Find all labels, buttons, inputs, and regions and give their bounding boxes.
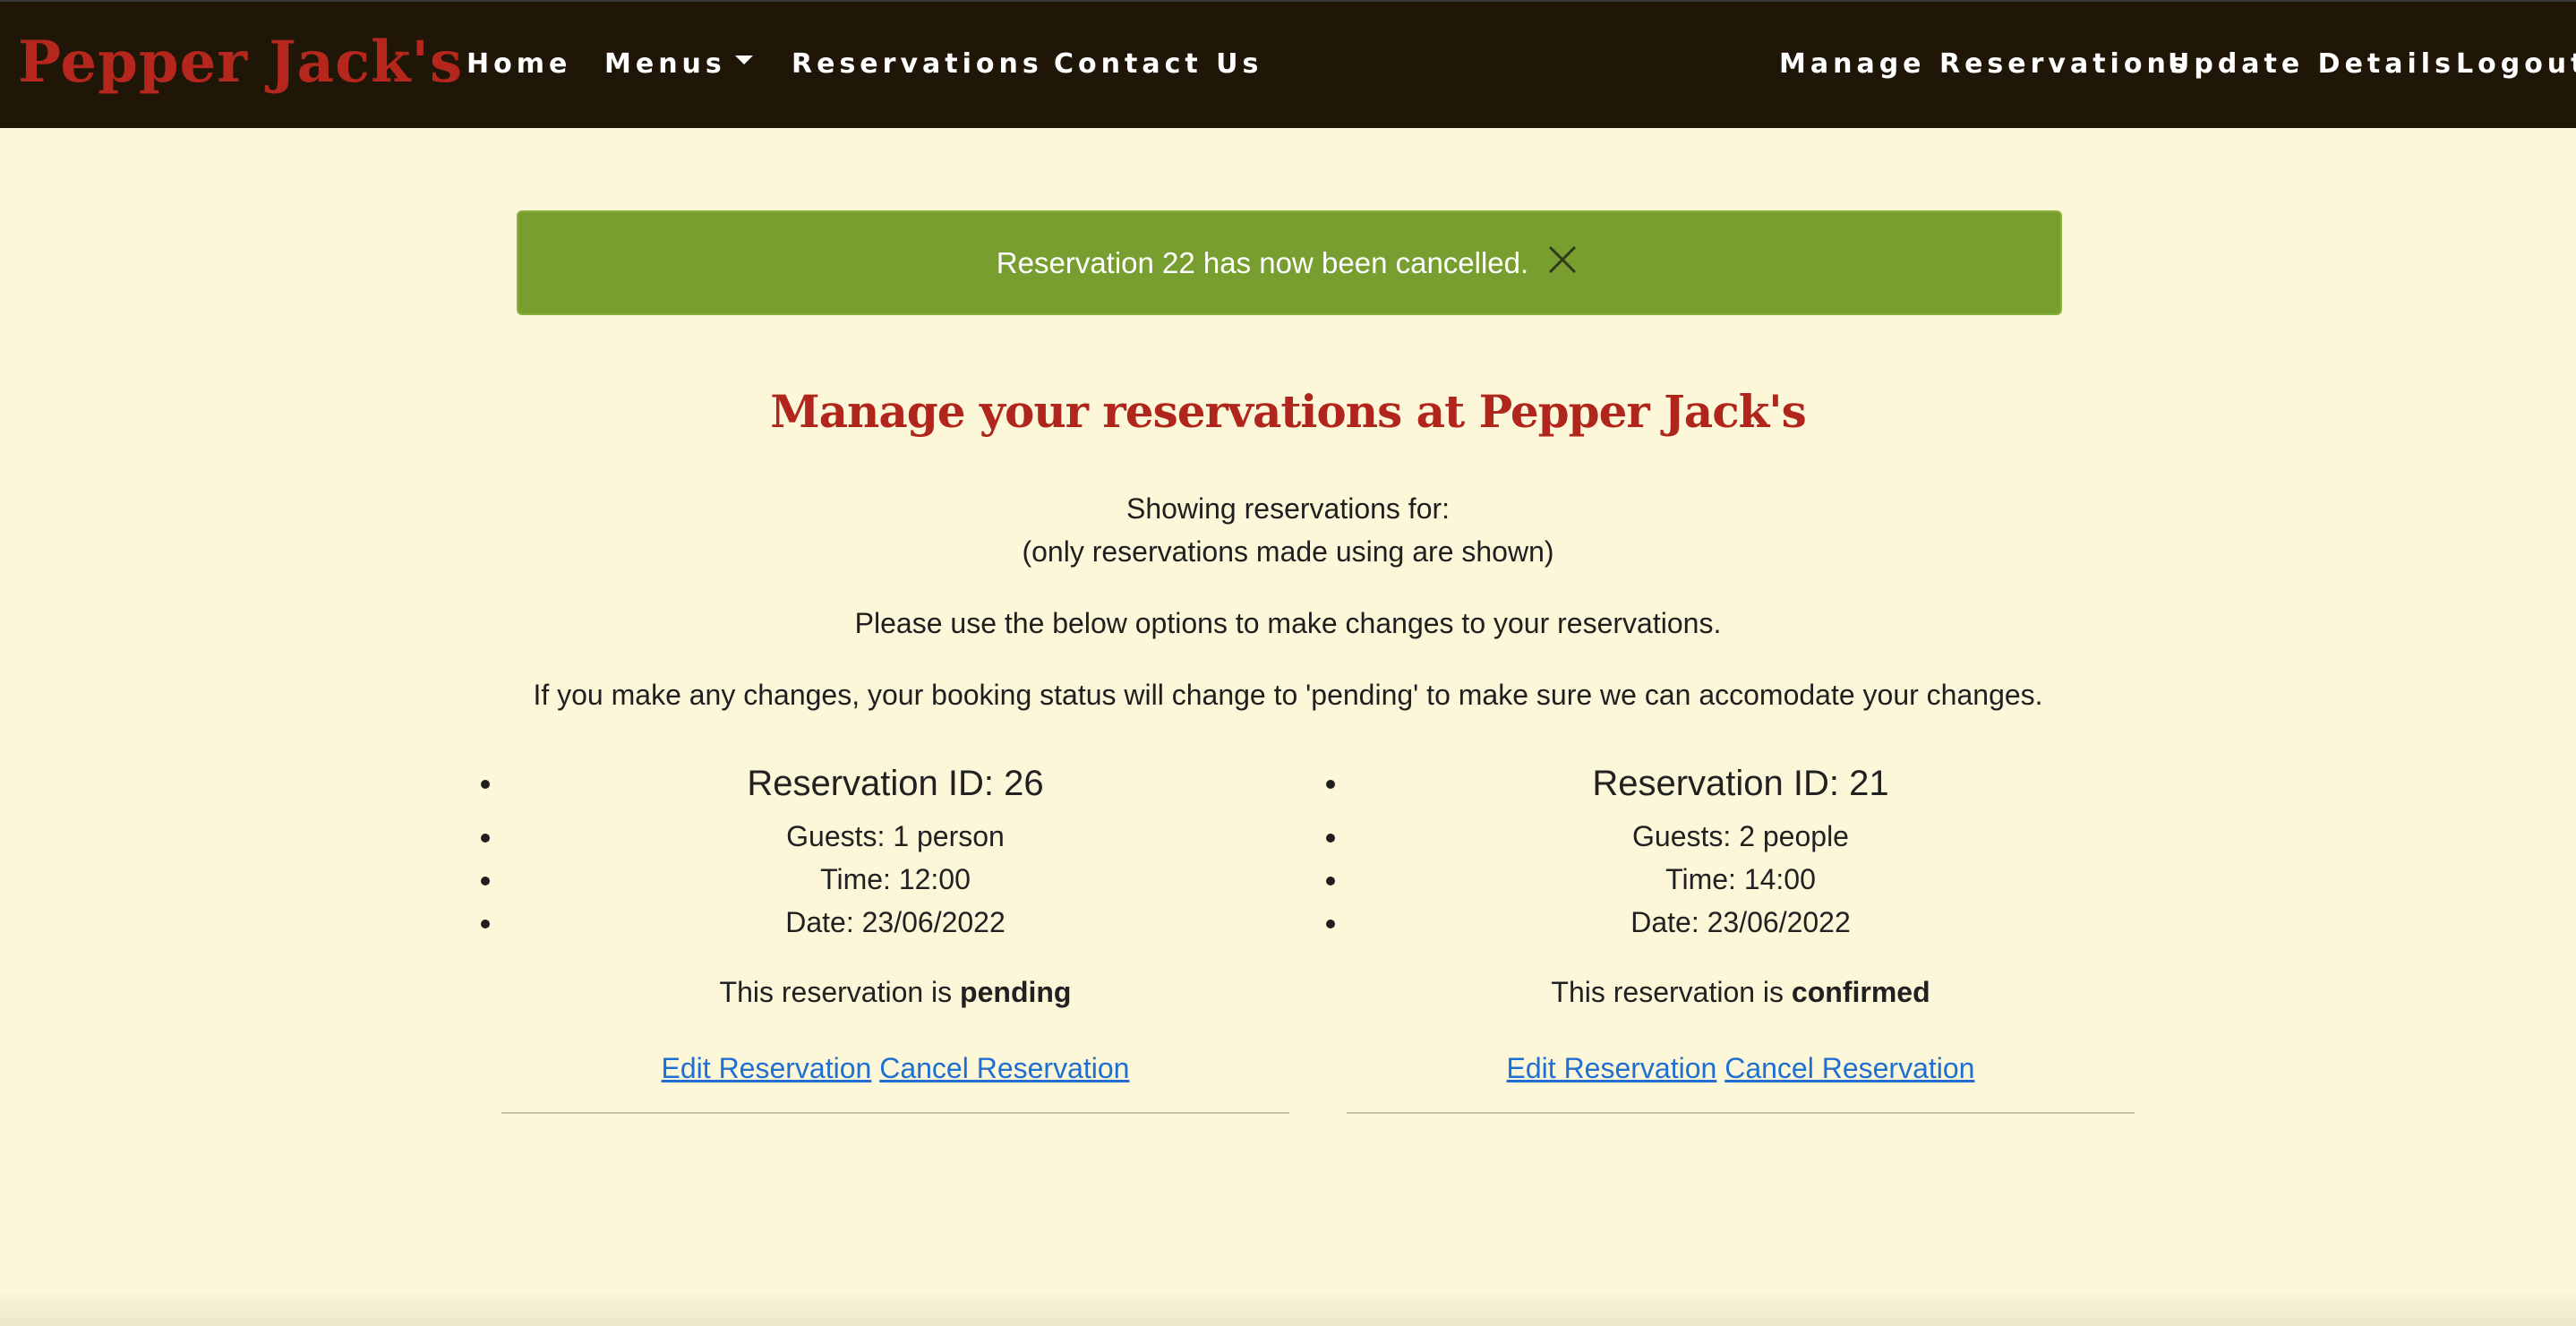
- caret-down-icon: [734, 55, 753, 64]
- reservation-details-list: Reservation ID: 26 Guests: 1 person Time…: [481, 752, 1289, 944]
- navbar: Pepper Jack's Home Menus Reservations Co…: [0, 0, 2576, 128]
- instructions-text: Please use the below options to make cha…: [854, 607, 1722, 639]
- reservation-status-line: This reservation is pending: [501, 976, 1289, 1009]
- reservation-actions: Edit Reservation Cancel Reservation: [501, 1052, 1289, 1085]
- success-alert: Reservation 22 has now been cancelled.: [517, 210, 2062, 315]
- nav-contact[interactable]: Contact Us: [1054, 48, 1262, 80]
- reservation-status-line: This reservation is confirmed: [1347, 976, 2135, 1009]
- only-reservations-note: (only reservations made using are shown): [1022, 535, 1554, 568]
- divider: [501, 1112, 1289, 1114]
- reservation-card: Reservation ID: 21 Guests: 2 people Time…: [1326, 752, 2135, 1114]
- nav-menus-dropdown[interactable]: Menus: [604, 48, 753, 80]
- reservation-id: Reservation ID: 26: [481, 752, 1289, 815]
- page-title: Manage your reservations at Pepper Jack'…: [770, 385, 1807, 438]
- pending-warning-text: If you make any changes, your booking st…: [533, 679, 2043, 711]
- cancel-reservation-link[interactable]: Cancel Reservation: [1724, 1052, 1974, 1084]
- page-bottom-shadow: [0, 1289, 2576, 1326]
- edit-reservation-link[interactable]: Edit Reservation: [1507, 1052, 1717, 1084]
- nav-manage-reservations[interactable]: Manage Reservations: [1779, 48, 2191, 80]
- brand-logo[interactable]: Pepper Jack's: [18, 29, 463, 96]
- nav-reservations[interactable]: Reservations: [792, 48, 1043, 80]
- alert-message: Reservation 22 has now been cancelled.: [996, 245, 1529, 279]
- status-value: confirmed: [1791, 976, 1930, 1008]
- nav-update-details[interactable]: Update Details: [2168, 48, 2455, 80]
- reservation-actions: Edit Reservation Cancel Reservation: [1347, 1052, 2135, 1085]
- reservation-guests: Guests: 2 people: [1326, 815, 2135, 858]
- status-prefix: This reservation is: [1551, 976, 1784, 1008]
- status-prefix: This reservation is: [719, 976, 953, 1008]
- reservation-time: Time: 12:00: [481, 858, 1289, 901]
- reservation-guests: Guests: 1 person: [481, 815, 1289, 858]
- reservation-date: Date: 23/06/2022: [481, 901, 1289, 944]
- reservation-time: Time: 14:00: [1326, 858, 2135, 901]
- divider: [1347, 1112, 2135, 1114]
- reservation-details-list: Reservation ID: 21 Guests: 2 people Time…: [1326, 752, 2135, 944]
- reservation-id: Reservation ID: 21: [1326, 752, 2135, 815]
- cancel-reservation-link[interactable]: Cancel Reservation: [879, 1052, 1129, 1084]
- nav-menus-label: Menus: [604, 48, 726, 80]
- close-icon[interactable]: [1543, 240, 1582, 279]
- showing-text: Showing reservations for:: [1125, 492, 1451, 525]
- status-value: pending: [960, 976, 1072, 1008]
- reservation-date: Date: 23/06/2022: [1326, 901, 2135, 944]
- edit-reservation-link[interactable]: Edit Reservation: [662, 1052, 872, 1084]
- nav-logout[interactable]: Logout: [2456, 48, 2576, 80]
- nav-home[interactable]: Home: [466, 48, 571, 80]
- reservation-card: Reservation ID: 26 Guests: 1 person Time…: [481, 752, 1289, 1114]
